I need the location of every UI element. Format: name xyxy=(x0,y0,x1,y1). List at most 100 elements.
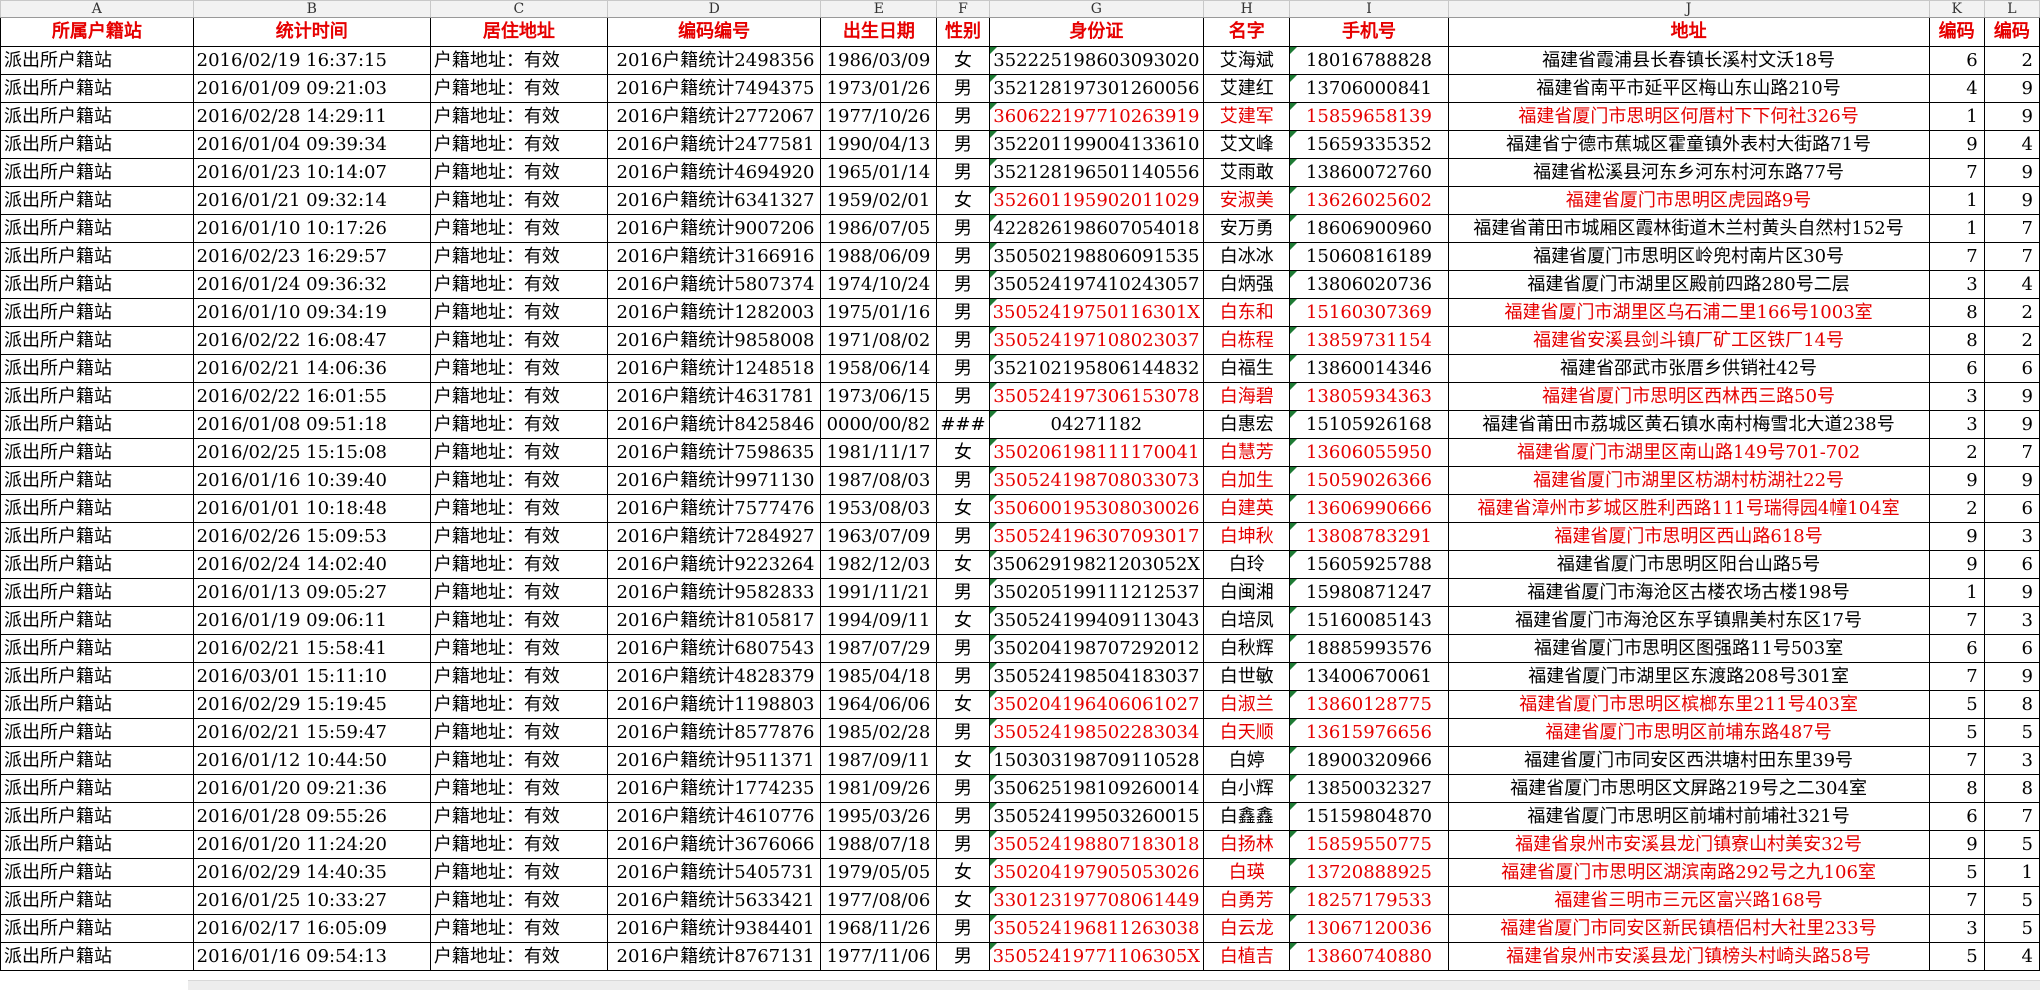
station-cell[interactable]: 派出所户籍站 xyxy=(0,634,194,663)
time-cell[interactable]: 2016/02/17 16:05:09 xyxy=(192,914,431,943)
name-cell[interactable]: 白淑兰 xyxy=(1203,690,1291,719)
code-k-cell[interactable]: 1 xyxy=(1928,186,1985,215)
address-cell[interactable]: 福建省厦门市思明区前埔村前埔社321号 xyxy=(1447,802,1930,831)
id-cell[interactable]: 350524199503260015 xyxy=(988,802,1205,831)
address-cell[interactable]: 福建省厦门市湖里区乌石浦二里166号1003室 xyxy=(1447,298,1930,327)
header-cell[interactable]: 编码 xyxy=(1928,17,1985,47)
code-cell[interactable]: 2016户籍统计9511371 xyxy=(606,746,822,775)
code-l-cell[interactable]: 2 xyxy=(1983,326,2040,355)
phone-cell[interactable]: 15859550775 xyxy=(1289,830,1449,859)
code-l-cell[interactable]: 5 xyxy=(1983,886,2040,915)
station-cell[interactable]: 派出所户籍站 xyxy=(0,830,194,859)
phone-cell[interactable]: 13859731154 xyxy=(1289,326,1449,355)
address-cell[interactable]: 福建省厦门市湖里区南山路149号701-702 xyxy=(1447,438,1930,467)
scrollbar-thumb[interactable] xyxy=(188,980,2040,990)
birth-cell[interactable]: 1987/09/11 xyxy=(820,746,938,775)
code-cell[interactable]: 2016户籍统计2477581 xyxy=(606,130,822,159)
birth-cell[interactable]: 1991/11/21 xyxy=(820,578,938,607)
time-cell[interactable]: 2016/01/13 09:05:27 xyxy=(192,578,431,607)
address-cell[interactable]: 福建省莆田市城厢区霞林街道木兰村黄头自然村152号 xyxy=(1447,214,1930,243)
gender-cell[interactable]: 男 xyxy=(936,130,990,159)
id-cell[interactable]: 352225198603093020 xyxy=(988,46,1205,75)
code-cell[interactable]: 2016户籍统计1282003 xyxy=(606,298,822,327)
station-cell[interactable]: 派出所户籍站 xyxy=(0,914,194,943)
name-cell[interactable]: 艾建军 xyxy=(1203,102,1291,131)
gender-cell[interactable]: 男 xyxy=(936,942,990,971)
time-cell[interactable]: 2016/02/26 15:09:53 xyxy=(192,522,431,551)
station-cell[interactable]: 派出所户籍站 xyxy=(0,214,194,243)
code-k-cell[interactable]: 8 xyxy=(1928,774,1985,803)
name-cell[interactable]: 白瑛 xyxy=(1203,858,1291,887)
time-cell[interactable]: 2016/01/20 11:24:20 xyxy=(192,830,431,859)
station-cell[interactable]: 派出所户籍站 xyxy=(0,102,194,131)
gender-cell[interactable]: 男 xyxy=(936,270,990,299)
id-cell[interactable]: 350205199111212537 xyxy=(988,578,1205,607)
phone-cell[interactable]: 15160085143 xyxy=(1289,606,1449,635)
birth-cell[interactable]: 1971/08/02 xyxy=(820,326,938,355)
residence-cell[interactable]: 户籍地址：有效 xyxy=(429,214,608,243)
birth-cell[interactable]: 1974/10/24 xyxy=(820,270,938,299)
gender-cell[interactable]: ### xyxy=(936,410,990,439)
address-cell[interactable]: 福建省泉州市安溪县龙门镇榜头村崎头路58号 xyxy=(1447,942,1930,971)
code-cell[interactable]: 2016户籍统计1198803 xyxy=(606,690,822,719)
name-cell[interactable]: 白坤秋 xyxy=(1203,522,1291,551)
code-k-cell[interactable]: 2 xyxy=(1928,494,1985,523)
code-l-cell[interactable]: 3 xyxy=(1983,746,2040,775)
gender-cell[interactable]: 女 xyxy=(936,494,990,523)
column-letter[interactable]: B xyxy=(192,0,431,18)
id-cell[interactable]: 35052419771106305X xyxy=(988,942,1205,971)
phone-cell[interactable]: 15059026366 xyxy=(1289,466,1449,495)
code-cell[interactable]: 2016户籍统计5633421 xyxy=(606,886,822,915)
time-cell[interactable]: 2016/01/01 10:18:48 xyxy=(192,494,431,523)
id-cell[interactable]: 350524198502283034 xyxy=(988,718,1205,747)
birth-cell[interactable]: 1977/08/06 xyxy=(820,886,938,915)
time-cell[interactable]: 2016/01/10 10:17:26 xyxy=(192,214,431,243)
time-cell[interactable]: 2016/01/23 10:14:07 xyxy=(192,158,431,187)
header-cell[interactable]: 统计时间 xyxy=(192,17,431,47)
time-cell[interactable]: 2016/02/22 16:01:55 xyxy=(192,382,431,411)
code-k-cell[interactable]: 9 xyxy=(1928,830,1985,859)
station-cell[interactable]: 派出所户籍站 xyxy=(0,186,194,215)
id-cell[interactable]: 352201199004133610 xyxy=(988,130,1205,159)
code-l-cell[interactable]: 1 xyxy=(1983,858,2040,887)
name-cell[interactable]: 白福生 xyxy=(1203,354,1291,383)
code-k-cell[interactable]: 7 xyxy=(1928,662,1985,691)
code-k-cell[interactable]: 6 xyxy=(1928,46,1985,75)
header-cell[interactable]: 编码 xyxy=(1983,17,2040,47)
name-cell[interactable]: 白建英 xyxy=(1203,494,1291,523)
gender-cell[interactable]: 女 xyxy=(936,606,990,635)
address-cell[interactable]: 福建省厦门市海沧区东孚镇鼎美村东区17号 xyxy=(1447,606,1930,635)
name-cell[interactable]: 艾文峰 xyxy=(1203,130,1291,159)
gender-cell[interactable]: 男 xyxy=(936,466,990,495)
code-cell[interactable]: 2016户籍统计8577876 xyxy=(606,718,822,747)
station-cell[interactable]: 派出所户籍站 xyxy=(0,690,194,719)
address-cell[interactable]: 福建省厦门市湖里区殿前四路280号二层 xyxy=(1447,270,1930,299)
id-cell[interactable]: 350206198111170041 xyxy=(988,438,1205,467)
code-cell[interactable]: 2016户籍统计8425846 xyxy=(606,410,822,439)
birth-cell[interactable]: 1973/01/26 xyxy=(820,74,938,103)
gender-cell[interactable]: 男 xyxy=(936,102,990,131)
station-cell[interactable]: 派出所户籍站 xyxy=(0,606,194,635)
phone-cell[interactable]: 15859658139 xyxy=(1289,102,1449,131)
station-cell[interactable]: 派出所户籍站 xyxy=(0,746,194,775)
name-cell[interactable]: 白植吉 xyxy=(1203,942,1291,971)
header-cell[interactable]: 居住地址 xyxy=(429,17,608,47)
code-k-cell[interactable]: 1 xyxy=(1928,578,1985,607)
code-l-cell[interactable]: 2 xyxy=(1983,298,2040,327)
code-l-cell[interactable]: 4 xyxy=(1983,270,2040,299)
id-cell[interactable]: 360622197710263919 xyxy=(988,102,1205,131)
birth-cell[interactable]: 1988/06/09 xyxy=(820,242,938,271)
time-cell[interactable]: 2016/02/29 15:19:45 xyxy=(192,690,431,719)
birth-cell[interactable]: 1977/10/26 xyxy=(820,102,938,131)
code-k-cell[interactable]: 3 xyxy=(1928,382,1985,411)
id-cell[interactable]: 352128196501140556 xyxy=(988,158,1205,187)
station-cell[interactable]: 派出所户籍站 xyxy=(0,298,194,327)
address-cell[interactable]: 福建省厦门市思明区湖滨南路292号之九106室 xyxy=(1447,858,1930,887)
code-cell[interactable]: 2016户籍统计9007206 xyxy=(606,214,822,243)
residence-cell[interactable]: 户籍地址：有效 xyxy=(429,46,608,75)
code-cell[interactable]: 2016户籍统计1248518 xyxy=(606,354,822,383)
gender-cell[interactable]: 男 xyxy=(936,718,990,747)
code-k-cell[interactable]: 5 xyxy=(1928,690,1985,719)
gender-cell[interactable]: 男 xyxy=(936,214,990,243)
code-cell[interactable]: 2016户籍统计5405731 xyxy=(606,858,822,887)
